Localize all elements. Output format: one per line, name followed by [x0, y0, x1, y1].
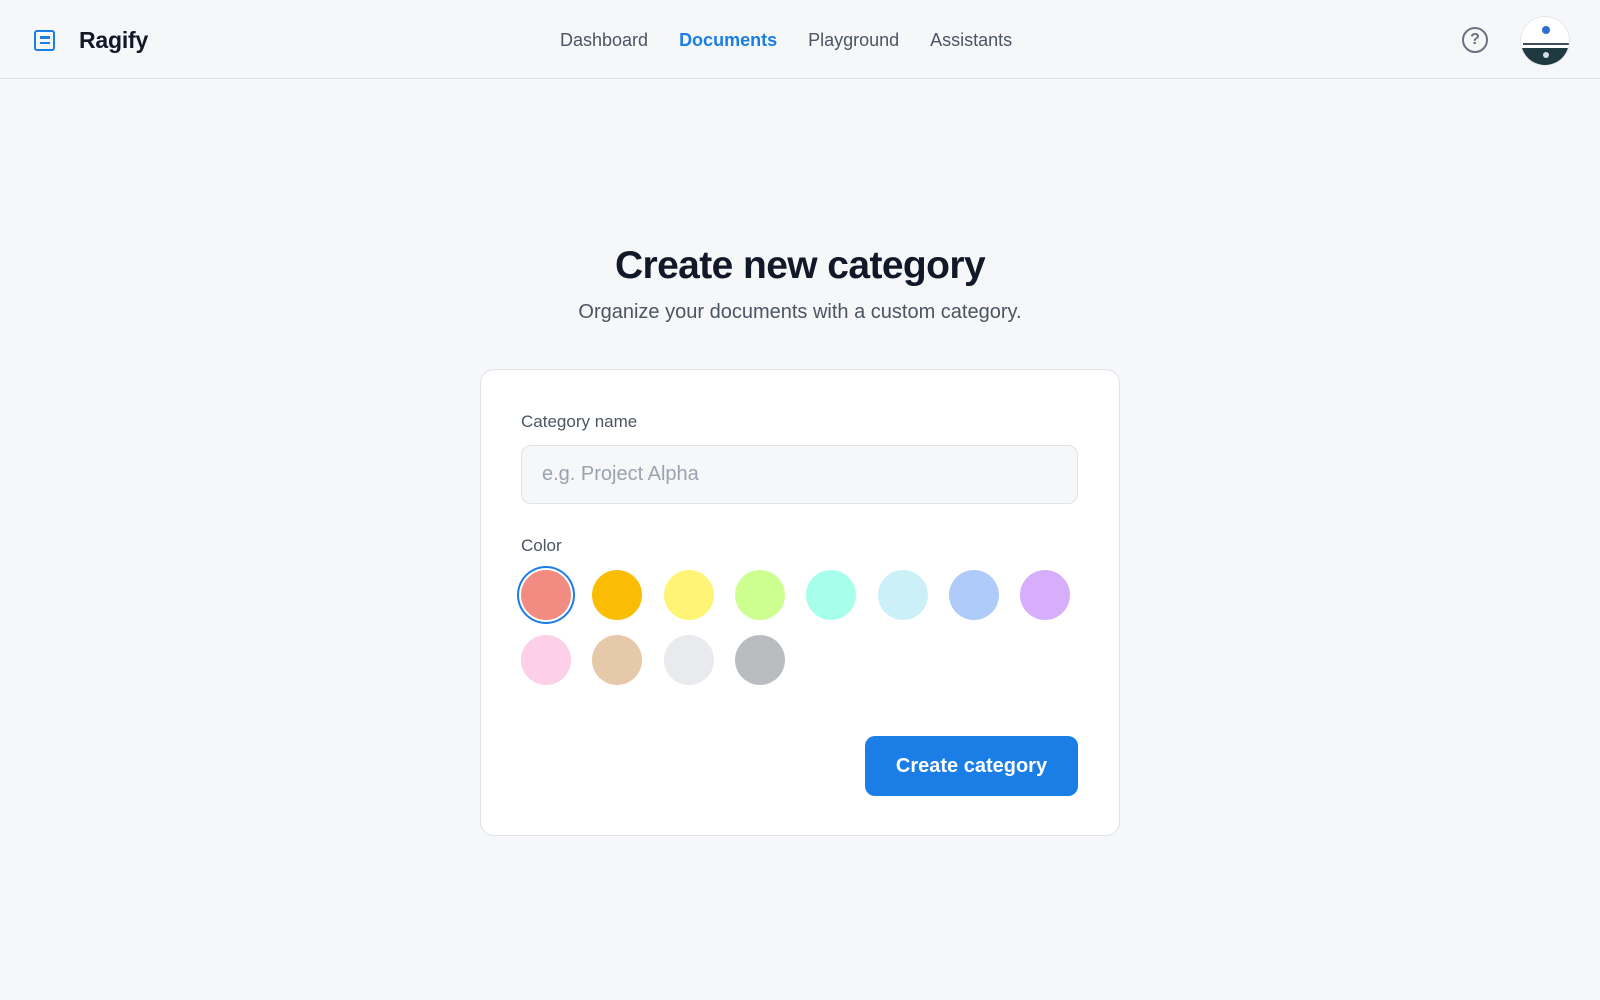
top-navigation-bar: Ragify Dashboard Documents Playground As…	[0, 0, 1600, 79]
color-swatch[interactable]	[1020, 570, 1070, 620]
color-swatch[interactable]	[521, 570, 571, 620]
color-swatch[interactable]	[735, 635, 785, 685]
color-swatch[interactable]	[664, 570, 714, 620]
create-category-button[interactable]: Create category	[865, 736, 1078, 796]
color-label: Color	[521, 536, 562, 555]
brand[interactable]: Ragify	[34, 24, 148, 56]
color-swatch[interactable]	[592, 635, 642, 685]
main-nav: Dashboard Documents Playground Assistant…	[560, 26, 1043, 54]
color-swatch[interactable]	[521, 635, 571, 685]
color-swatch[interactable]	[949, 570, 999, 620]
avatar-image-detail	[1523, 43, 1569, 45]
color-swatch[interactable]	[735, 570, 785, 620]
color-swatch[interactable]	[664, 635, 714, 685]
document-icon	[34, 29, 55, 51]
app-name: Ragify	[79, 26, 149, 53]
page-subtitle: Organize your documents with a custom ca…	[578, 301, 1022, 323]
nav-item-documents[interactable]: Documents	[679, 26, 777, 54]
create-category-card: Category name Color Create category	[480, 369, 1120, 836]
nav-item-dashboard[interactable]: Dashboard	[560, 26, 648, 54]
color-swatch[interactable]	[806, 570, 856, 620]
help-circle-icon[interactable]: ?	[1462, 27, 1488, 53]
category-name-input[interactable]	[521, 445, 1078, 504]
nav-item-playground[interactable]: Playground	[808, 26, 899, 54]
avatar-image-detail	[1543, 52, 1549, 58]
color-swatch[interactable]	[592, 570, 642, 620]
user-avatar[interactable]	[1520, 16, 1570, 66]
page-title: Create new category	[614, 244, 986, 287]
avatar-image-detail	[1542, 26, 1550, 34]
nav-item-assistants[interactable]: Assistants	[930, 26, 1012, 54]
color-swatch[interactable]	[878, 570, 928, 620]
category-name-label: Category name	[521, 412, 638, 431]
